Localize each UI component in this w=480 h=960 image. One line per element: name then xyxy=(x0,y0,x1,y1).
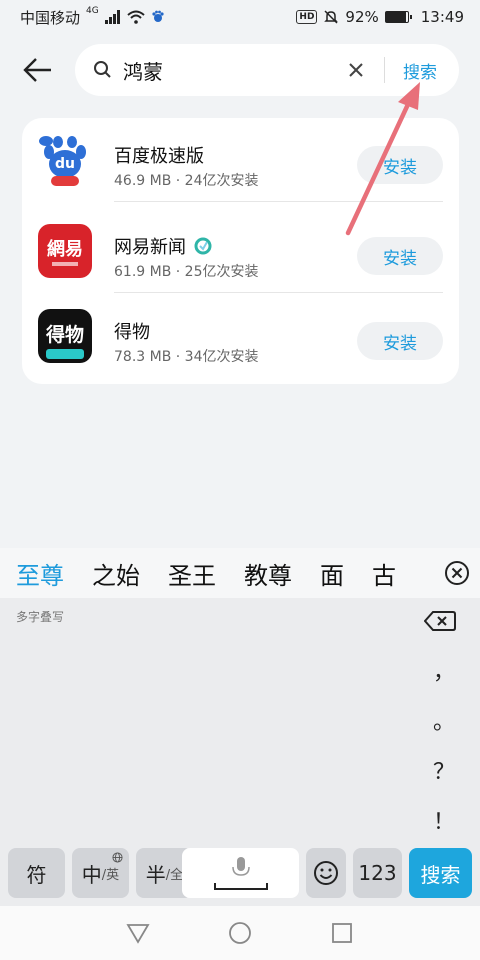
candidate-word[interactable]: 古 xyxy=(372,556,396,591)
ime-keyboard: 至尊 之始 圣王 教尊 面 古 多字叠写 ， 。 ？ ！ 符 中/英 半/全 1… xyxy=(0,548,480,906)
punct-key[interactable]: ？ xyxy=(433,748,455,798)
row-divider xyxy=(114,292,443,293)
install-button[interactable]: 安装 xyxy=(357,322,443,360)
emoji-icon xyxy=(314,861,338,885)
candidate-word[interactable]: 面 xyxy=(320,556,344,591)
app-name: 得物 xyxy=(114,322,150,343)
app-meta: 61.9 MB · 25亿次安装 xyxy=(114,264,259,280)
app-name: 百度极速版 xyxy=(114,146,204,167)
search-input[interactable]: 鸿蒙 xyxy=(123,56,338,85)
carrier-label: 中国移动 xyxy=(20,8,81,27)
nav-recents-button[interactable] xyxy=(328,919,356,947)
candidate-word[interactable]: 圣王 xyxy=(168,556,216,591)
close-circle-icon xyxy=(445,561,469,585)
back-button[interactable] xyxy=(18,52,58,88)
backspace-icon xyxy=(423,611,456,631)
backspace-key[interactable] xyxy=(423,610,458,634)
close-icon xyxy=(349,63,363,77)
app-row[interactable]: du 百度极速版 46.9 MB · 24亿次安装 安装 xyxy=(22,118,459,202)
language-switch-key[interactable]: 中/英 xyxy=(72,848,129,898)
verified-badge-icon xyxy=(194,237,212,255)
candidate-bar: 至尊 之始 圣王 教尊 面 古 xyxy=(0,548,480,598)
candidate-word[interactable]: 至尊 xyxy=(16,556,64,591)
globe-icon xyxy=(112,852,123,863)
battery-icon xyxy=(384,11,412,23)
app-meta: 78.3 MB · 34亿次安装 xyxy=(114,349,259,365)
punct-key[interactable]: ， xyxy=(433,648,455,698)
keyboard-search-key[interactable]: 搜索 xyxy=(409,848,472,898)
app-name: 网易新闻 xyxy=(114,233,212,259)
svg-text:網易: 網易 xyxy=(47,238,83,260)
punct-key[interactable]: 。 xyxy=(433,698,455,748)
system-nav-bar xyxy=(0,906,480,960)
microphone-icon xyxy=(213,857,268,890)
clock: 13:49 xyxy=(420,8,464,26)
signal-icon xyxy=(104,10,120,24)
install-button[interactable]: 安装 xyxy=(357,146,443,184)
space-key[interactable] xyxy=(182,848,299,898)
candidate-close-button[interactable] xyxy=(442,558,472,588)
triangle-back-icon xyxy=(126,924,150,944)
nav-back-button[interactable] xyxy=(124,919,152,947)
app-meta: 46.9 MB · 24亿次安装 xyxy=(114,173,259,189)
square-recents-icon xyxy=(332,923,352,943)
clear-button[interactable] xyxy=(338,52,374,88)
candidate-word[interactable]: 之始 xyxy=(92,556,140,591)
search-divider xyxy=(384,57,385,83)
back-arrow-icon xyxy=(23,58,51,82)
keyboard-bottom-row: 符 中/英 半/全 123 搜索 xyxy=(8,848,472,898)
row-divider xyxy=(114,201,443,202)
handwrite-mode-label: 多字叠写 xyxy=(16,610,65,624)
battery-percent: 92% xyxy=(345,8,379,26)
app-row[interactable]: 得物 得物 78.3 MB · 34亿次安装 安装 xyxy=(22,294,459,378)
wifi-icon xyxy=(127,10,145,24)
svg-text:得物: 得物 xyxy=(45,323,84,346)
install-button[interactable]: 安装 xyxy=(357,237,443,275)
candidate-word[interactable]: 教尊 xyxy=(244,556,292,591)
dewu-icon[interactable]: 得物 xyxy=(38,309,92,363)
numbers-key[interactable]: 123 xyxy=(353,848,402,898)
search-header: 鸿蒙 搜索 xyxy=(0,42,480,98)
symbol-key[interactable]: 符 xyxy=(8,848,65,898)
search-submit-button[interactable]: 搜索 xyxy=(403,58,437,83)
network-label: 4G xyxy=(86,6,99,16)
hd-badge: HD xyxy=(296,10,318,24)
punct-key[interactable]: ！ xyxy=(433,798,455,848)
circle-home-icon xyxy=(229,922,251,944)
punctuation-column: ， 。 ？ ！ xyxy=(432,648,456,848)
search-box[interactable]: 鸿蒙 搜索 xyxy=(75,44,459,96)
mute-bell-icon xyxy=(324,10,339,24)
svg-text:du: du xyxy=(55,156,75,172)
nav-home-button[interactable] xyxy=(226,919,254,947)
app-row[interactable]: 網易 网易新闻 61.9 MB · 25亿次安装 安装 xyxy=(22,209,459,293)
search-icon xyxy=(94,61,111,78)
emoji-key[interactable] xyxy=(306,848,346,898)
baidu-icon[interactable]: du xyxy=(38,133,92,187)
status-bar: 中国移动 4G HD 92% 13:49 xyxy=(0,0,480,34)
search-results-card: du 百度极速版 46.9 MB · 24亿次安装 安装 網易 网易新闻 61.… xyxy=(22,118,459,384)
baidu-notify-icon xyxy=(152,10,164,22)
netease-icon[interactable]: 網易 xyxy=(38,224,92,278)
